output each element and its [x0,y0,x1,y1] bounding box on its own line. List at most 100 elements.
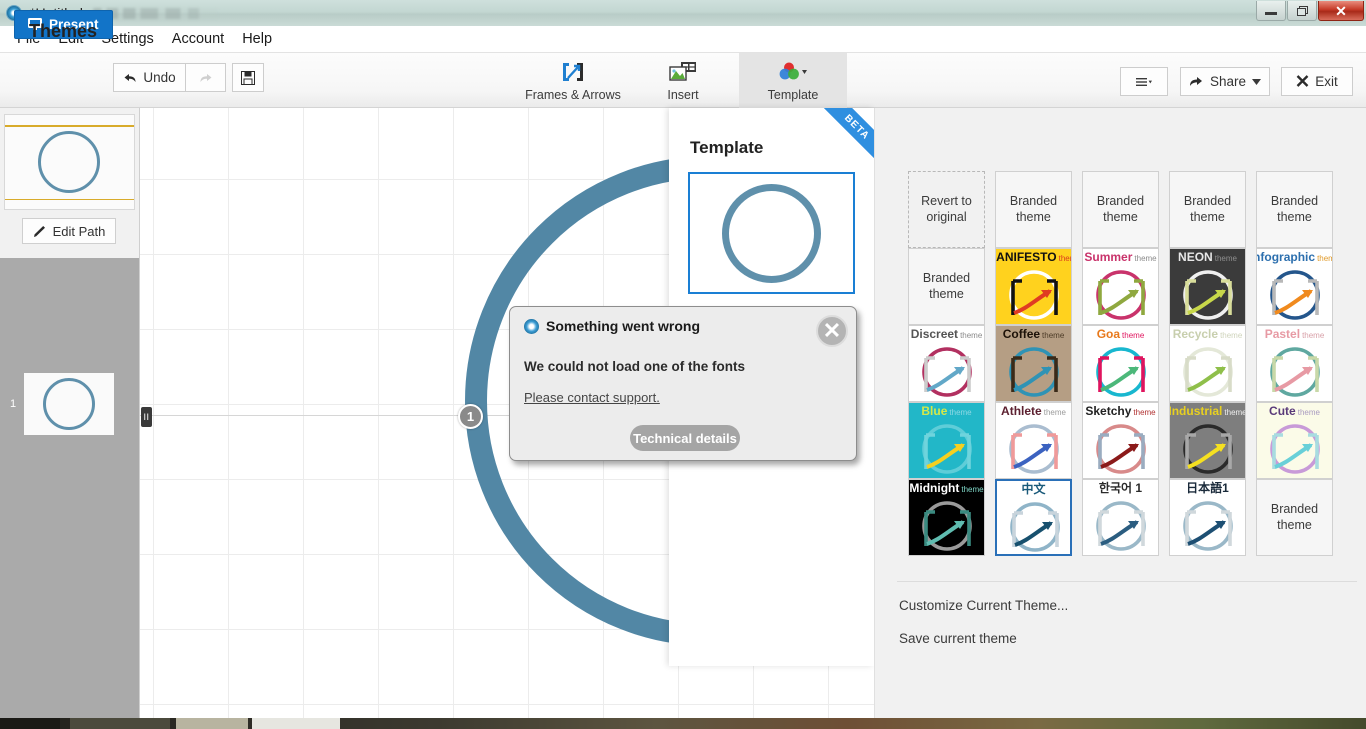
redo-button[interactable] [186,63,226,92]
share-icon [1189,77,1202,86]
edit-path-button[interactable]: Edit Path [22,218,116,244]
insert-button[interactable]: Insert [629,53,737,108]
theme-cell: Branded theme [1164,171,1251,248]
theme-card[interactable]: Branded theme [995,171,1072,248]
taskbar-item-1[interactable] [70,718,170,729]
technical-details-button[interactable]: Technical details [630,425,740,451]
theme-card[interactable]: Midnight theme [908,479,985,556]
hamburger-icon [1136,77,1152,86]
theme-card[interactable]: Branded theme [908,248,985,325]
theme-cell: Revert to original [903,171,990,248]
overflow-menu-group [1120,67,1168,96]
taskbar-item-3[interactable] [252,718,340,729]
theme-card[interactable]: Summer theme [1082,248,1159,325]
theme-name: Cute [1269,404,1296,418]
frame-marker-1[interactable]: 1 [458,404,483,429]
theme-thumb-label: Summer theme [1083,251,1158,263]
theme-card[interactable]: Sketchy theme [1082,402,1159,479]
theme-card[interactable]: Revert to original [908,171,985,248]
theme-cell: Branded theme [903,248,990,325]
slide-thumbnail-1[interactable] [24,373,114,435]
insert-label: Insert [667,88,699,102]
chevron-down-icon [1252,78,1262,85]
theme-artwork [1087,423,1156,477]
taskbar-start-button[interactable] [0,718,60,729]
theme-card[interactable]: Recycle theme [1169,325,1246,402]
theme-card[interactable]: Athlete theme [995,402,1072,479]
os-taskbar[interactable] [0,718,1366,729]
close-button[interactable]: ✕ [1318,1,1364,21]
frames-arrows-button[interactable]: Frames & Arrows [519,53,627,108]
theme-card[interactable]: 中文 [995,479,1072,556]
theme-cell: Sketchy theme [1077,402,1164,479]
theme-cell: Branded theme [1251,171,1338,248]
theme-thumb-label: Infographictheme [1257,251,1332,263]
theme-card[interactable]: MANIFESTOtheme [995,248,1072,325]
theme-card[interactable]: Branded theme [1169,171,1246,248]
theme-card[interactable]: Branded theme [1256,171,1333,248]
theme-name: MANIFESTO [996,250,1057,264]
theme-card[interactable]: Coffee theme [995,325,1072,402]
theme-card[interactable]: Branded theme [1256,479,1333,556]
dialog-close-button[interactable]: ✕ [816,315,848,347]
exit-label: Exit [1315,74,1338,89]
taskbar-item-2[interactable] [176,718,248,729]
theme-card[interactable]: NEON theme [1169,248,1246,325]
guide-line-top [5,125,134,127]
theme-card[interactable]: Pastel theme [1256,325,1333,402]
menu-help[interactable]: Help [233,28,281,50]
theme-artwork [1261,346,1330,400]
theme-artwork [1000,346,1069,400]
theme-sub-label: theme [1302,331,1325,340]
undo-button[interactable]: Undo [113,63,186,92]
theme-card[interactable]: Industrial theme [1169,402,1246,479]
theme-sub-label: theme [949,408,972,417]
restore-button[interactable] [1287,1,1317,21]
theme-name: Summer [1084,250,1133,264]
theme-thumb-label: Cute theme [1257,405,1332,417]
pencil-icon [33,225,45,237]
save-current-theme-link[interactable]: Save current theme [899,631,1017,646]
theme-cell: Goa theme [1077,325,1164,402]
exit-button[interactable]: Exit [1281,67,1353,96]
theme-card[interactable]: Infographictheme [1256,248,1333,325]
theme-label: Branded theme [1270,193,1319,224]
template-button[interactable]: Template [739,53,847,108]
theme-sub-label: theme [960,331,983,340]
menu-account[interactable]: Account [163,28,233,50]
contact-support-link[interactable]: Please contact support. [524,390,660,405]
theme-card[interactable]: Branded theme [1082,171,1159,248]
theme-card[interactable]: 한국어 1 [1082,479,1159,556]
theme-sub-label: theme [1058,254,1071,263]
theme-thumb-label: Discreet theme [909,328,984,340]
minimize-button[interactable] [1256,1,1286,21]
theme-card[interactable]: 日本語1 [1169,479,1246,556]
customize-current-theme-link[interactable]: Customize Current Theme... [899,598,1068,613]
path-preview[interactable] [4,114,135,210]
theme-thumb-label: NEON theme [1170,251,1245,263]
theme-artwork [1087,346,1156,400]
theme-artwork [913,423,982,477]
theme-cell: 日本語1 [1164,479,1251,556]
template-preview-thumbnail[interactable] [688,172,855,294]
theme-cell: MANIFESTOtheme [990,248,1077,325]
theme-name: Goa [1096,327,1121,341]
theme-cell: Industrial theme [1164,402,1251,479]
path-pause-handle[interactable]: II [141,407,152,427]
theme-label: Branded theme [1183,193,1232,224]
theme-card[interactable]: Cute theme [1256,402,1333,479]
save-button[interactable] [232,63,264,92]
edit-path-label: Edit Path [52,223,106,239]
theme-name: Coffee [1002,327,1041,341]
theme-cell: Branded theme [990,171,1077,248]
theme-thumb-label: Recycle theme [1170,328,1245,340]
theme-label: Branded theme [1270,501,1319,532]
theme-card[interactable]: Goa theme [1082,325,1159,402]
theme-cell: Midnight theme [903,479,990,556]
theme-card[interactable]: Discreet theme [908,325,985,402]
theme-card[interactable]: Blue theme [908,402,985,479]
share-button[interactable]: Share [1180,67,1270,96]
theme-cell: Recycle theme [1164,325,1251,402]
overflow-menu-button[interactable] [1120,67,1168,96]
theme-label: Branded theme [922,270,971,301]
